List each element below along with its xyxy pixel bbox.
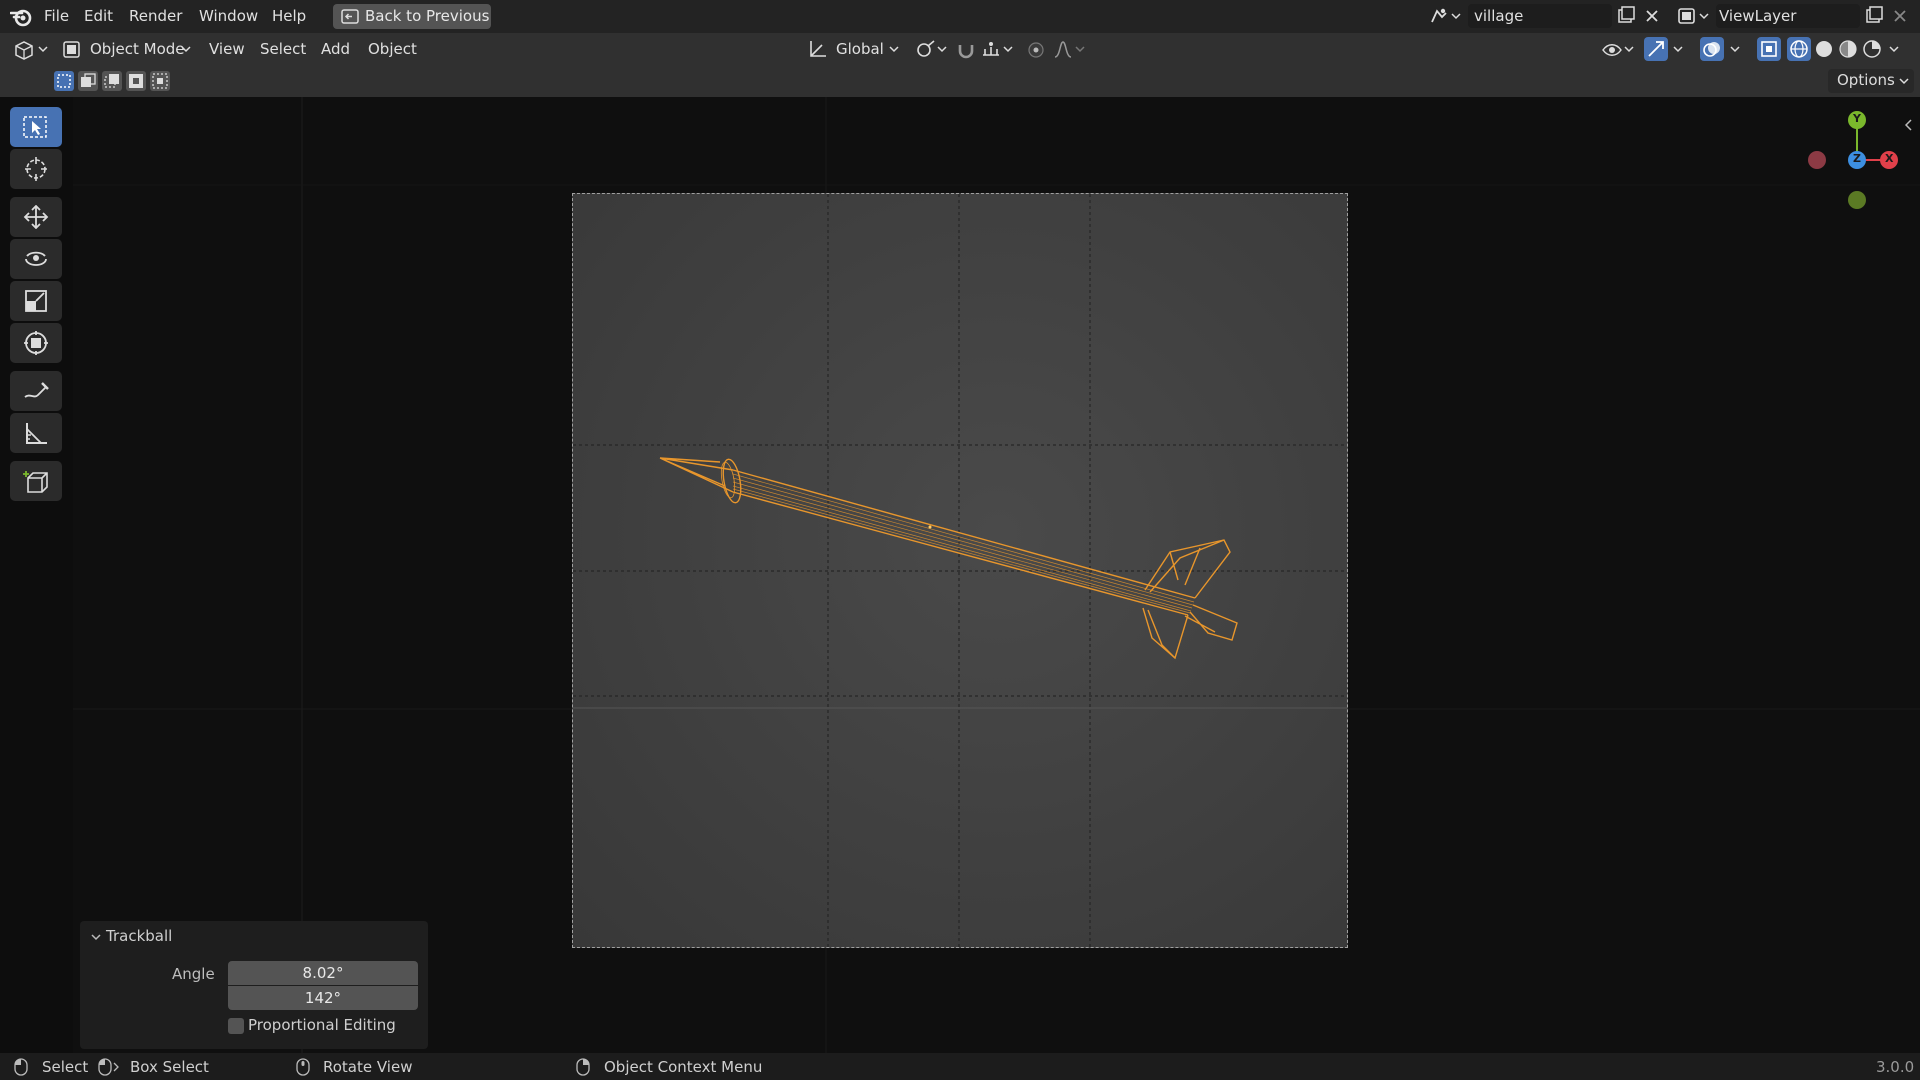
rotate-tool[interactable] bbox=[10, 239, 62, 279]
scale-icon bbox=[25, 290, 47, 312]
view-layer-field[interactable]: ViewLayer bbox=[1716, 4, 1860, 28]
menu-view[interactable]: View bbox=[209, 37, 245, 61]
measure-tool[interactable] bbox=[10, 413, 62, 453]
options-dropdown[interactable]: Options bbox=[1828, 69, 1914, 93]
object-mode-icon bbox=[62, 37, 82, 61]
snap-icon[interactable] bbox=[955, 37, 977, 61]
menu-edit[interactable]: Edit bbox=[84, 5, 113, 27]
gizmo-neg-y-icon[interactable] bbox=[1848, 191, 1866, 209]
proportional-editing-checkbox[interactable] bbox=[228, 1018, 244, 1034]
transform-orientation-icon bbox=[806, 37, 828, 61]
delete-scene-icon[interactable] bbox=[1640, 4, 1664, 28]
cursor-crosshair-icon bbox=[25, 157, 47, 181]
measure-ruler-icon bbox=[26, 423, 47, 444]
wireframe-shading-icon[interactable] bbox=[1787, 37, 1811, 61]
shading-chevron-down-icon[interactable] bbox=[1888, 37, 1900, 61]
status-context-menu: Object Context Menu bbox=[604, 1058, 763, 1076]
menu-object[interactable]: Object bbox=[368, 37, 417, 61]
transform-orientation-dropdown[interactable]: Global bbox=[836, 37, 884, 61]
select-new-icon[interactable] bbox=[54, 71, 74, 91]
transform-tool[interactable] bbox=[10, 323, 62, 363]
gizmo-neg-x-icon[interactable] bbox=[1808, 151, 1826, 169]
navigation-gizmo[interactable]: Y Z X bbox=[1800, 105, 1900, 215]
overlays-chevron-down-icon[interactable] bbox=[1729, 37, 1741, 61]
delete-view-layer-icon[interactable] bbox=[1888, 4, 1912, 28]
select-invert-icon[interactable] bbox=[126, 71, 146, 91]
status-rotate-view: Rotate View bbox=[323, 1058, 413, 1076]
menu-add[interactable]: Add bbox=[321, 37, 350, 61]
rocket-wireframe-object[interactable] bbox=[640, 440, 1240, 680]
gizmo-chevron-down-icon[interactable] bbox=[1672, 37, 1684, 61]
menu-select[interactable]: Select bbox=[260, 37, 306, 61]
select-intersect-icon[interactable] bbox=[150, 71, 170, 91]
rotate-icon bbox=[25, 251, 47, 266]
new-scene-icon[interactable] bbox=[1614, 4, 1638, 28]
object-mode-dropdown[interactable]: Object Mode bbox=[90, 37, 185, 61]
transform-icon bbox=[24, 331, 48, 355]
panel-chevron-down-icon[interactable] bbox=[90, 931, 102, 943]
new-view-layer-icon[interactable] bbox=[1862, 4, 1886, 28]
annotate-tool[interactable] bbox=[10, 371, 62, 411]
falloff-icon[interactable] bbox=[1052, 37, 1088, 61]
version-label: 3.0.0 bbox=[1876, 1058, 1915, 1076]
angle-label: Angle bbox=[172, 965, 215, 983]
select-extend-icon[interactable] bbox=[78, 71, 98, 91]
tool-settings-bar: Options bbox=[0, 65, 1920, 97]
rendered-shading-icon[interactable] bbox=[1860, 37, 1884, 61]
cursor-tool[interactable] bbox=[10, 149, 62, 189]
scene-name-field[interactable]: village bbox=[1468, 4, 1612, 28]
solid-shading-icon[interactable] bbox=[1812, 37, 1836, 61]
visibility-icon[interactable] bbox=[1600, 37, 1636, 61]
menu-window[interactable]: Window bbox=[199, 5, 258, 27]
move-arrows-icon bbox=[23, 205, 49, 229]
mode-chevron-down-icon[interactable] bbox=[180, 37, 192, 61]
object-origin-icon bbox=[928, 525, 932, 529]
scale-tool[interactable] bbox=[10, 281, 62, 321]
back-to-previous-button[interactable]: Back to Previous bbox=[333, 4, 491, 29]
select-box-tool[interactable] bbox=[10, 107, 62, 147]
angle-field-2[interactable]: 142° bbox=[228, 986, 418, 1010]
orientation-chevron-down-icon[interactable] bbox=[888, 37, 900, 61]
back-to-previous-label: Back to Previous bbox=[365, 7, 490, 25]
status-select: Select bbox=[42, 1058, 89, 1076]
scene-selector-icon[interactable] bbox=[1428, 5, 1464, 27]
proportional-editing-icon[interactable] bbox=[1025, 37, 1047, 61]
back-arrow-icon bbox=[341, 9, 359, 24]
options-label: Options bbox=[1837, 71, 1895, 89]
view-layer-name: ViewLayer bbox=[1719, 7, 1797, 25]
annotate-pencil-icon bbox=[24, 382, 49, 398]
gizmo-toggle-icon[interactable] bbox=[1644, 37, 1668, 61]
tool-shelf bbox=[0, 97, 73, 1053]
scene-name: village bbox=[1474, 7, 1524, 25]
panel-title: Trackball bbox=[106, 927, 173, 945]
last-operator-panel[interactable]: Trackball Angle 8.02° 142° Proportional … bbox=[80, 921, 428, 1049]
add-cube-tool[interactable] bbox=[10, 461, 62, 501]
status-bar: Select Box Select Rotate View Object Con… bbox=[0, 1053, 1920, 1080]
options-chevron-down-icon bbox=[1898, 69, 1910, 93]
material-shading-icon[interactable] bbox=[1836, 37, 1860, 61]
menu-render[interactable]: Render bbox=[129, 5, 182, 27]
add-cube-icon bbox=[23, 471, 48, 493]
angle-field-1[interactable]: 8.02° bbox=[228, 961, 418, 985]
overlays-toggle-icon[interactable] bbox=[1700, 37, 1724, 61]
status-box-select: Box Select bbox=[130, 1058, 209, 1076]
xray-toggle-icon[interactable] bbox=[1757, 37, 1781, 61]
gizmo-y-label: Y bbox=[1853, 112, 1861, 125]
blender-logo-icon[interactable] bbox=[10, 7, 32, 27]
editor-type-icon[interactable] bbox=[12, 37, 50, 61]
move-tool[interactable] bbox=[10, 197, 62, 237]
select-subtract-icon[interactable] bbox=[102, 71, 122, 91]
proportional-editing-label[interactable]: Proportional Editing bbox=[248, 1016, 396, 1034]
menu-file[interactable]: File bbox=[44, 5, 69, 27]
gizmo-z-label: Z bbox=[1853, 152, 1861, 165]
top-menu-bar: File Edit Render Window Help Back to Pre… bbox=[0, 0, 1920, 33]
snap-target-icon[interactable] bbox=[980, 37, 1016, 61]
sidebar-toggle-chevron-left-icon[interactable] bbox=[1903, 117, 1915, 133]
viewport-header: Object Mode View Select Add Object Globa… bbox=[0, 33, 1920, 65]
pivot-point-icon[interactable] bbox=[914, 37, 950, 61]
gizmo-x-label: X bbox=[1885, 152, 1894, 165]
view-layer-icon[interactable] bbox=[1676, 5, 1712, 27]
menu-help[interactable]: Help bbox=[272, 5, 306, 27]
select-box-icon bbox=[23, 116, 47, 138]
